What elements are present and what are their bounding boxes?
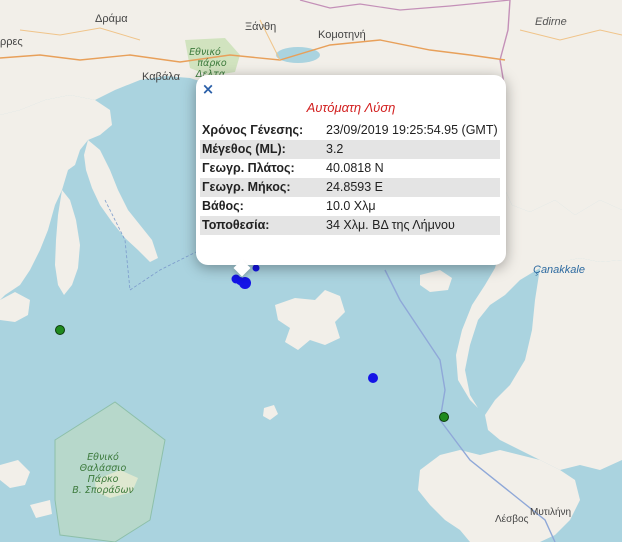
- info-key: Τοποθεσία:: [200, 216, 324, 235]
- info-row-latitude: Γεωγρ. Πλάτος: 40.0818 N: [200, 159, 500, 178]
- info-value: 23/09/2019 19:25:54.95 (GMT): [326, 123, 498, 137]
- label-park-south-2: Θαλάσσιο: [80, 463, 127, 474]
- label-mytilini: Μυτιλήνη: [530, 506, 571, 518]
- label-komotini: Κομοτηνή: [318, 29, 366, 41]
- info-row-longitude: Γεωγρ. Μήκος: 24.8593 E: [200, 178, 500, 197]
- label-park-south-3: Πάρκο: [88, 474, 119, 485]
- label-edirne: Edirne: [535, 16, 567, 28]
- info-key: Γεωγρ. Πλάτος:: [202, 161, 295, 175]
- station-marker-east[interactable]: [439, 412, 449, 422]
- info-value: 3.2: [324, 140, 500, 159]
- info-row-depth: Βάθος: 10.0 Χλμ: [200, 197, 500, 216]
- info-key: Βάθος:: [202, 199, 244, 213]
- info-key: Γεωγρ. Μήκος:: [200, 178, 324, 197]
- label-kavala: Καβάλα: [142, 71, 181, 83]
- earthquake-info-table: Χρόνος Γένεσης: 23/09/2019 19:25:54.95 (…: [200, 121, 500, 235]
- label-park-south-1: Εθνικό: [87, 452, 119, 463]
- label-park-north-2: πάρκο: [197, 58, 227, 69]
- info-value: 10.0 Χλμ: [326, 199, 376, 213]
- info-value: 34 Χλμ. ΒΔ της Λήμνου: [324, 216, 500, 235]
- popup-title: Αυτόματη Λύση: [306, 100, 396, 115]
- info-row-location: Τοποθεσία: 34 Χλμ. ΒΔ της Λήμνου: [200, 216, 500, 235]
- label-drama: Δράμα: [95, 13, 128, 25]
- station-marker-west[interactable]: [55, 325, 65, 335]
- label-park-south-4: Β. Σποράδων: [72, 485, 134, 496]
- info-row-magnitude: Μέγεθος (ML): 3.2: [200, 140, 500, 159]
- info-key: Χρόνος Γένεσης:: [202, 123, 304, 137]
- info-row-origin-time: Χρόνος Γένεσης: 23/09/2019 19:25:54.95 (…: [200, 121, 500, 140]
- label-canakkale: Çanakkale: [533, 264, 585, 276]
- event-marker[interactable]: [236, 277, 244, 285]
- label-xanthi: Ξάνθη: [245, 21, 276, 33]
- popup-close-button[interactable]: ×: [201, 81, 215, 97]
- info-value: 24.8593 E: [324, 178, 500, 197]
- label-lesvos: Λέσβος: [495, 513, 529, 525]
- label-serres: ρρες: [0, 36, 23, 48]
- label-park-north-1: Εθνικό: [189, 47, 221, 58]
- info-value: 40.0818 N: [326, 161, 384, 175]
- event-marker[interactable]: [368, 373, 378, 383]
- event-marker[interactable]: [252, 264, 260, 272]
- info-key: Μέγεθος (ML):: [200, 140, 324, 159]
